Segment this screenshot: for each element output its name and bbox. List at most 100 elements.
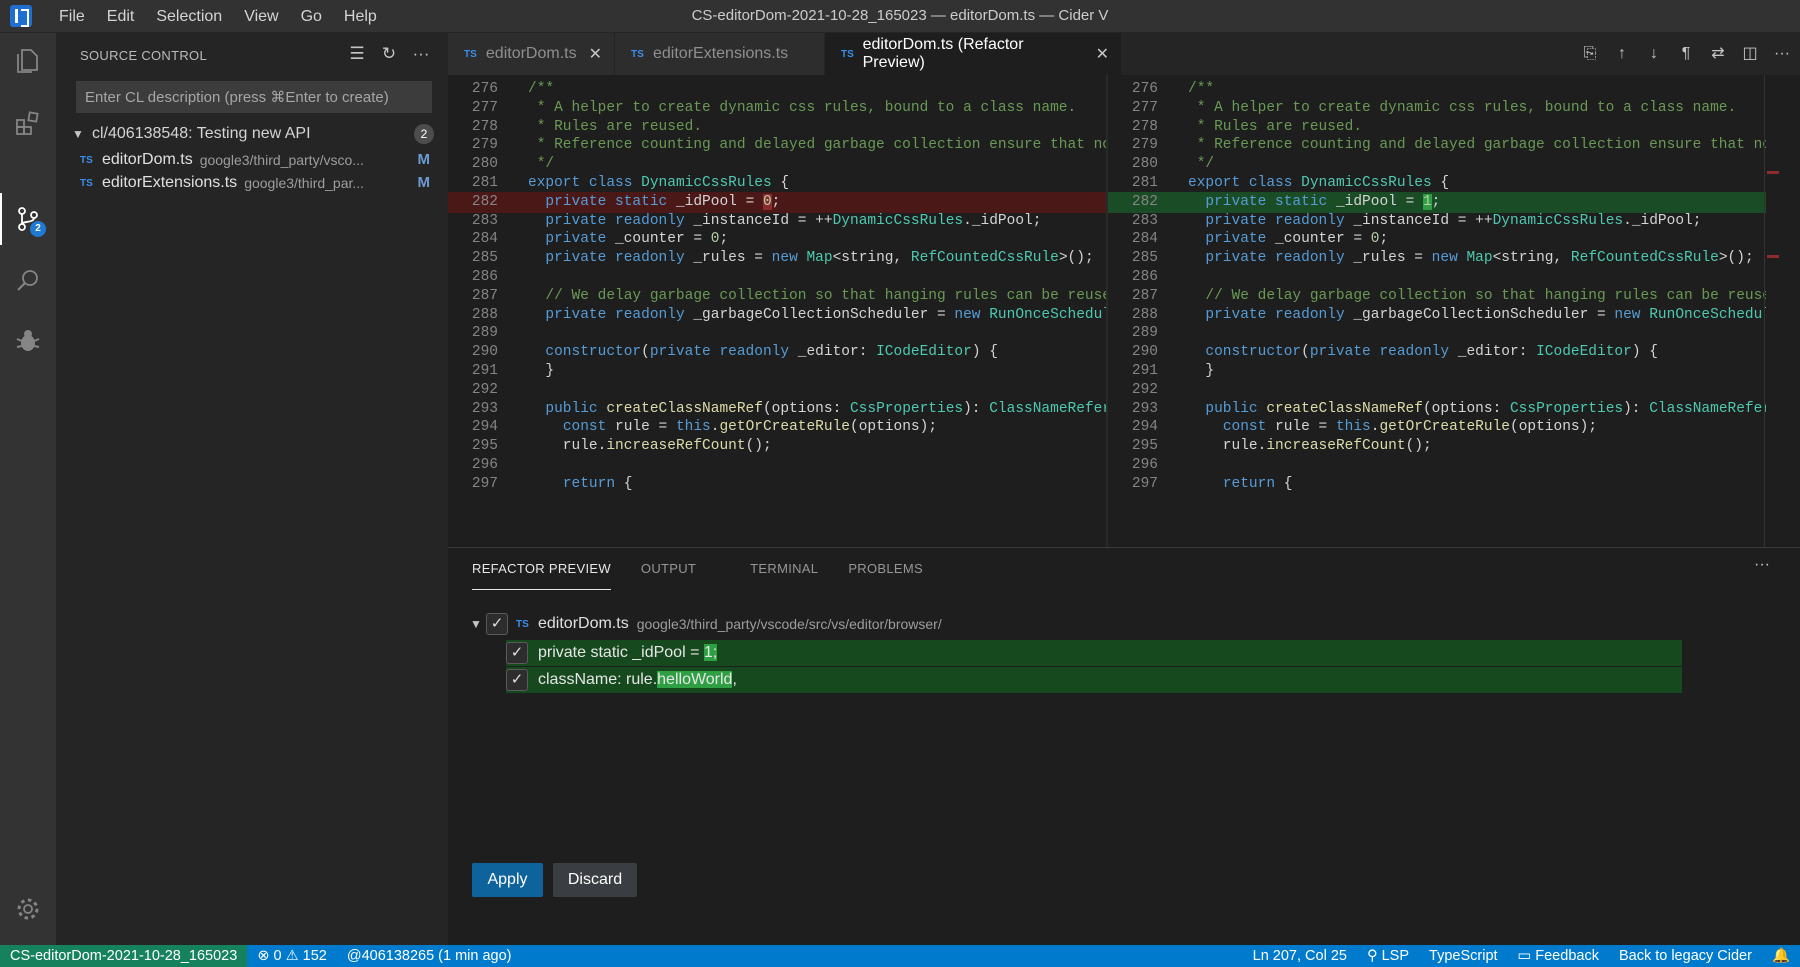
legacy-cider-link[interactable]: Back to legacy Cider [1609,945,1762,967]
tab-output[interactable]: OUTPUT [641,548,696,590]
menu-view[interactable]: View [233,0,289,33]
refactor-file-row[interactable]: ▼ ✓ TS editorDom.ts google3/third_party/… [448,612,942,636]
edit-checkbox[interactable]: ✓ [506,642,528,664]
code-line[interactable]: 297 return { [1108,474,1766,496]
changed-file-path: google3/third_par... [244,175,365,191]
changed-file-name: editorExtensions.ts [102,174,238,191]
cl-group-row[interactable]: ▼ cl/406138548: Testing new API 2 [56,121,448,147]
source-control-sidebar: SOURCE CONTROL ☰ ↻ ··· ▼ cl/406138548: T… [56,33,448,945]
next-change-icon[interactable]: ↓ [1644,43,1664,65]
tab-problems[interactable]: PROBLEMS [848,548,923,590]
menu-file[interactable]: File [48,0,96,33]
refactor-file-name: editorDom.ts [538,615,629,632]
gear-icon[interactable] [12,893,44,925]
chevron-down-icon[interactable]: ▼ [470,617,486,631]
panel-more-icon[interactable]: ··· [1754,556,1770,574]
search-icon[interactable] [12,265,44,297]
more-actions-icon[interactable]: ··· [1772,43,1792,65]
diff-editor[interactable]: 276/** 277 * A helper to create dynamic c… [448,75,1800,547]
changed-file-row[interactable]: TS editorDom.ts google3/third_party/vsco… [56,148,448,172]
menu-edit[interactable]: Edit [96,0,146,33]
refresh-icon[interactable]: ↻ [380,43,398,65]
discard-button[interactable]: Discard [553,863,637,897]
tab-label: editorDom.ts (Refactor Preview) [862,36,1024,71]
chevron-down-icon[interactable]: ▼ [72,127,86,141]
tab-label: editorDom.ts [485,45,577,62]
edit-text: private static _idPool = 1; [538,644,718,661]
typescript-file-icon: TS [80,177,93,189]
split-editor-icon[interactable]: ◫ [1740,43,1760,65]
language-mode[interactable]: TypeScript [1419,945,1508,967]
previous-change-icon[interactable]: ↑ [1612,43,1632,65]
bell-icon[interactable]: 🔔 [1762,945,1800,967]
menu-selection[interactable]: Selection [145,0,233,33]
changed-file-path: google3/third_party/vsco... [199,152,364,168]
cider-logo-icon [10,5,32,27]
code-line[interactable]: 297 return { [448,474,1106,496]
overview-change-marker [1767,171,1779,174]
refactor-edit-row[interactable]: ✓ className: rule.helloWorld, [506,667,1682,693]
source-control-icon[interactable]: 2 [12,203,46,237]
menu-help[interactable]: Help [333,0,388,33]
code-text: return { [1222,475,1293,492]
extensions-icon[interactable] [12,107,44,139]
tab-editordom[interactable]: TS editorDom.ts ✕ [448,33,615,75]
warning-icon: ⚠ [285,948,299,964]
refactor-edit-row[interactable]: ✓ private static _idPool = 1; [506,640,1682,666]
title-bar: File Edit Selection View Go Help CS-edit… [0,0,1800,33]
tab-refactor-preview-panel[interactable]: REFACTOR PREVIEW [472,548,611,590]
rss-icon: ⚲ [1366,948,1378,964]
typescript-file-icon: TS [841,48,854,60]
tab-refactor-preview[interactable]: TS editorDom.ts (Refactor Preview) ✕ [825,33,1122,75]
bottom-panel: REFACTOR PREVIEW OUTPUT TERMINAL PROBLEM… [448,547,1800,945]
overview-change-marker [1767,255,1779,258]
problems-summary[interactable]: ⊗ 0 ⚠ 152 [247,945,337,967]
modified-status: M [417,174,431,191]
view-as-tree-icon[interactable]: ☰ [348,43,366,65]
typescript-file-icon: TS [464,48,477,60]
original-pane[interactable]: 276/** 277 * A helper to create dynamic c… [448,75,1106,547]
open-file-icon[interactable]: ⎘ [1580,43,1600,65]
feedback-icon: ▭ [1517,948,1532,964]
files-icon[interactable] [12,45,44,77]
cl-description-input[interactable] [76,81,432,113]
cursor-position[interactable]: Ln 207, Col 25 [1243,945,1357,967]
apply-button[interactable]: Apply [472,863,543,897]
status-bar: CS-editorDom-2021-10-28_165023 ⊗ 0 ⚠ 152… [0,945,1800,967]
cl-status[interactable]: @406138265 (1 min ago) [337,945,522,967]
refactor-file-checkbox[interactable]: ✓ [486,613,508,635]
modified-status: M [417,151,431,168]
scm-count-badge: 2 [30,221,46,237]
changed-file-name: editorDom.ts [102,151,193,168]
edit-text: className: rule.helloWorld, [538,671,737,688]
error-icon: ⊗ [257,948,270,964]
active-view-indicator [0,193,2,245]
tab-label: editorExtensions.ts [653,45,789,62]
cl-file-count-badge: 2 [414,124,434,144]
lsp-status[interactable]: ⚲ LSP [1357,945,1419,967]
feedback-label: Feedback [1535,948,1599,964]
workspace-branch[interactable]: CS-editorDom-2021-10-28_165023 [0,945,248,967]
compare-changes-icon[interactable]: ⇄ [1708,43,1728,65]
editor-tab-bar: TS editorDom.ts ✕ TS editorExtensions.ts… [448,33,1800,75]
menu-go[interactable]: Go [290,0,333,33]
tab-terminal[interactable]: TERMINAL [750,548,818,590]
line-number: 297 [1131,475,1158,492]
show-whitespace-icon[interactable]: ¶ [1676,43,1696,65]
debug-icon[interactable] [12,325,44,357]
code-text: return { [562,475,633,492]
cl-title: cl/406138548: Testing new API [92,125,311,142]
edit-checkbox[interactable]: ✓ [506,669,528,691]
typescript-file-icon: TS [516,618,529,630]
more-actions-icon[interactable]: ··· [412,43,430,65]
changed-file-row[interactable]: TS editorExtensions.ts google3/third_par… [56,171,448,195]
close-icon[interactable]: ✕ [589,44,602,64]
warning-count: 152 [302,948,327,964]
lsp-label: LSP [1381,948,1410,964]
overview-ruler[interactable] [1764,75,1779,547]
tab-editorextensions[interactable]: TS editorExtensions.ts [615,33,825,75]
typescript-file-icon: TS [80,154,93,166]
modified-pane[interactable]: 276/** 277 * A helper to create dynamic c… [1108,75,1766,547]
close-icon[interactable]: ✕ [1096,44,1109,64]
feedback-button[interactable]: ▭ Feedback [1508,945,1609,967]
